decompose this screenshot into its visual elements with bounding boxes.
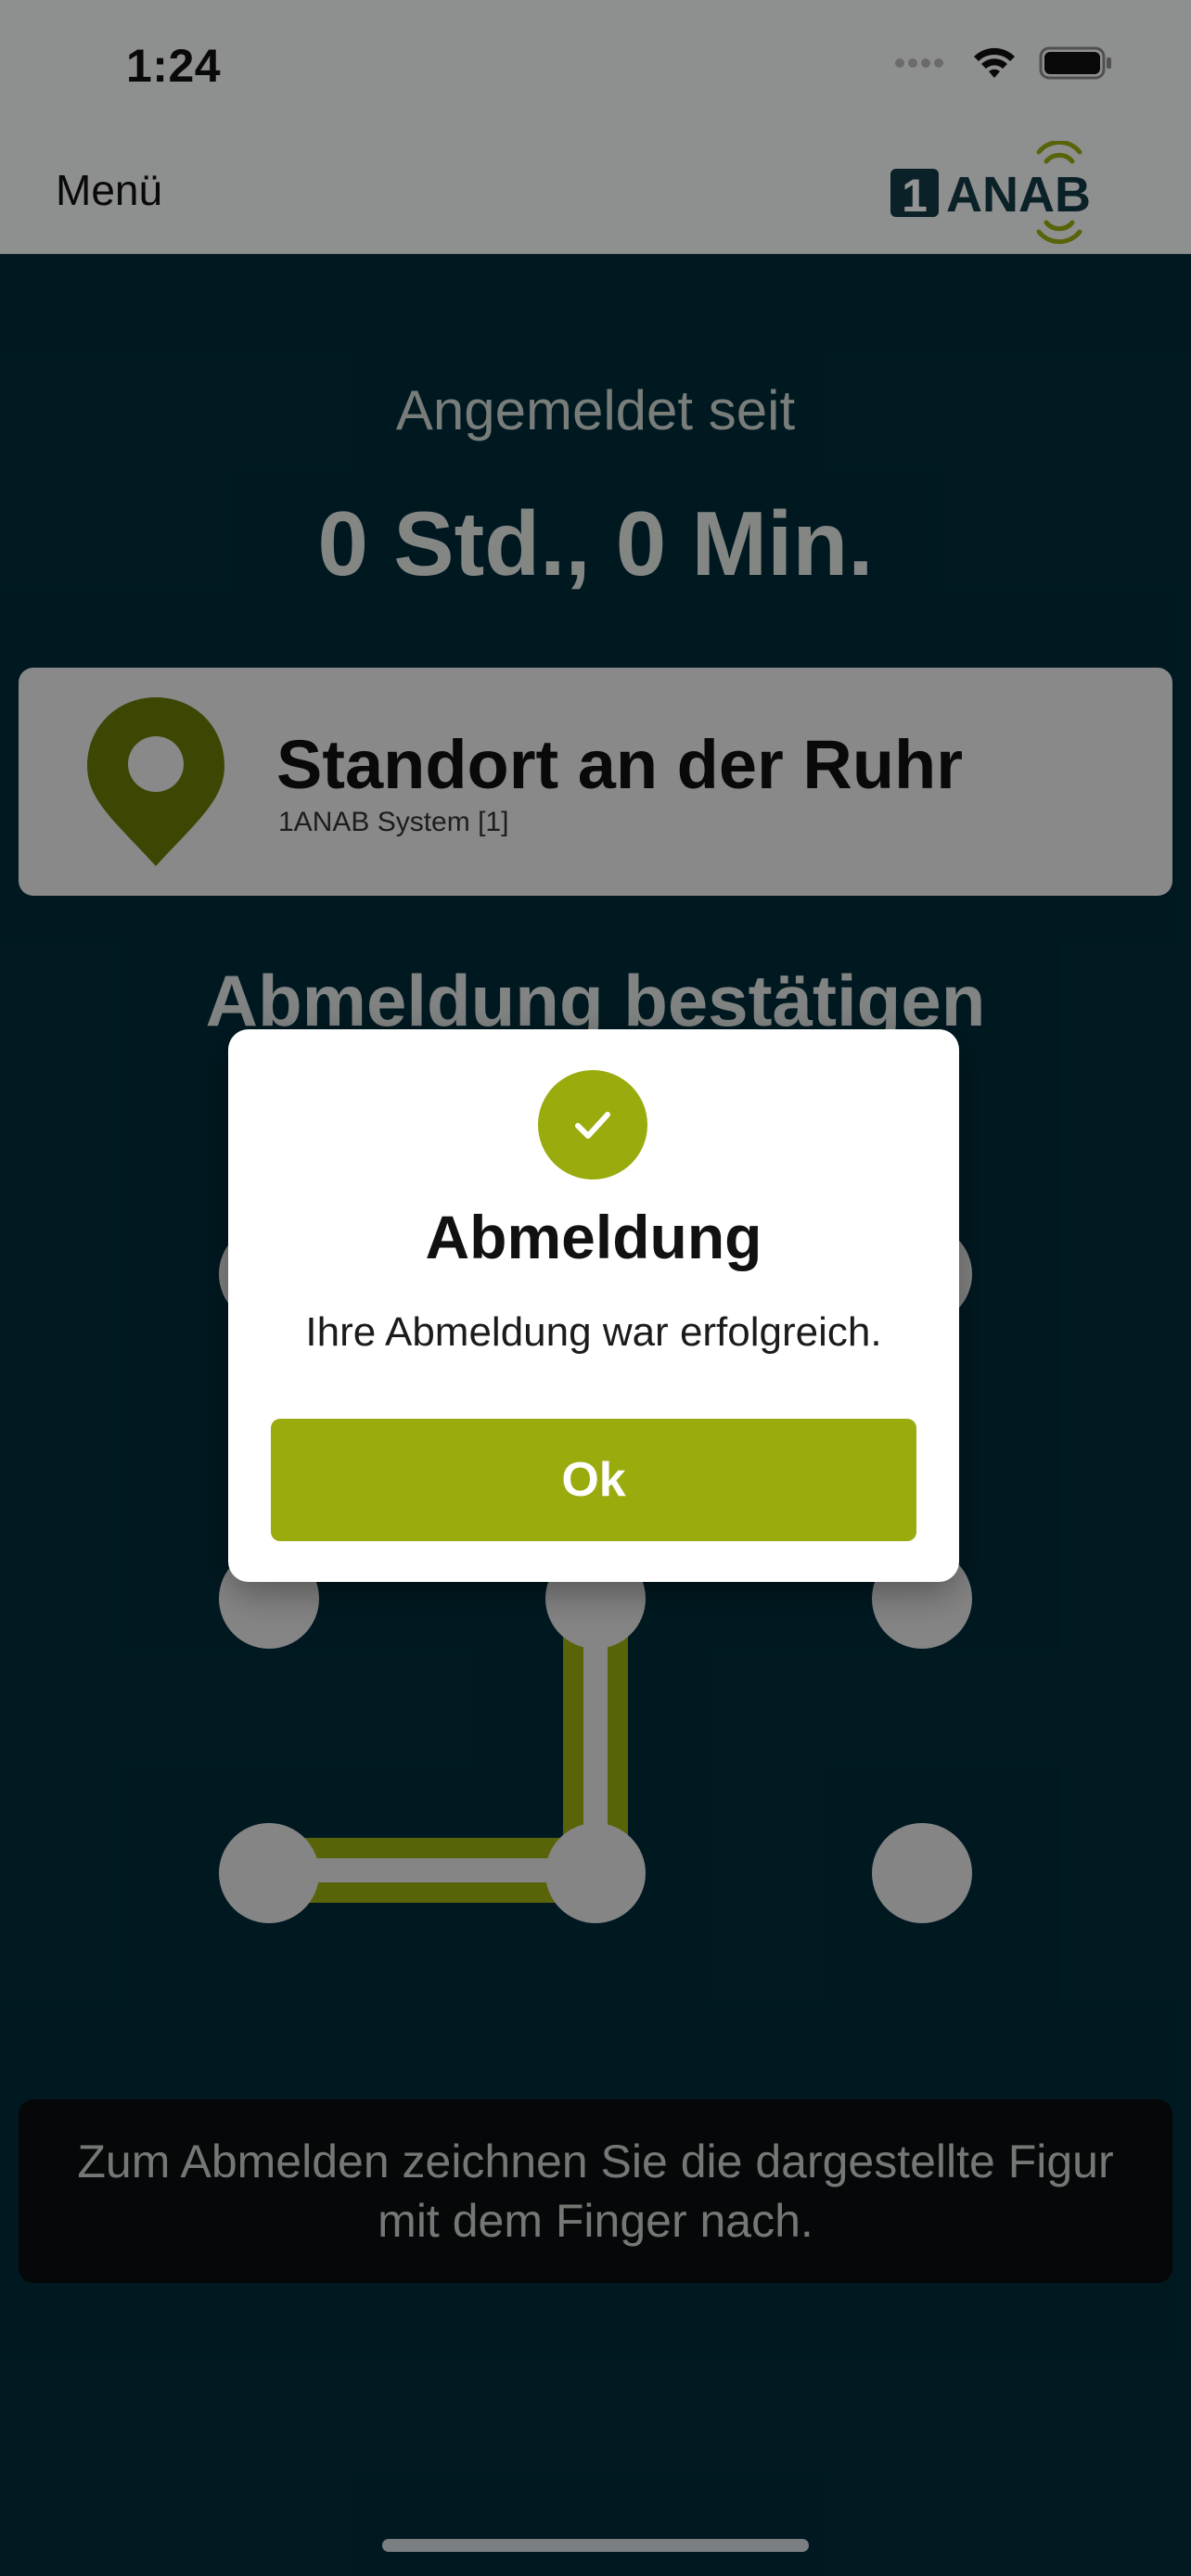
home-indicator[interactable] <box>382 2539 809 2552</box>
app-screen: 1:24 Menü 1 ANAB Angemeldet seit 0 Std.,… <box>0 0 1191 2576</box>
logout-success-dialog: Abmeldung Ihre Abmeldung war erfolgreich… <box>228 1029 959 1582</box>
ok-button[interactable]: Ok <box>271 1419 916 1541</box>
success-badge <box>538 1070 647 1180</box>
dialog-message: Ihre Abmeldung war erfolgreich. <box>305 1309 882 1355</box>
dialog-title: Abmeldung <box>425 1203 762 1271</box>
check-icon <box>575 1112 610 1139</box>
